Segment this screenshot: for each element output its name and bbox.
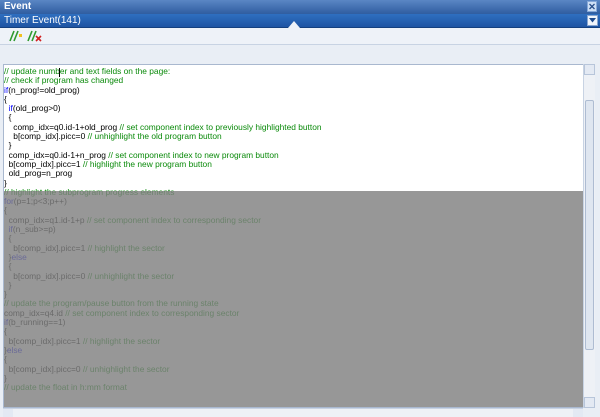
scroll-down-button[interactable] [584, 397, 595, 408]
window-titlebar: Event [0, 0, 600, 14]
close-button[interactable] [587, 1, 597, 12]
uncomment-button[interactable] [26, 29, 42, 43]
code-lines: // update number and text fields on the … [4, 66, 584, 393]
chevron-down-icon [589, 18, 596, 23]
code-editor[interactable]: // update number and text fields on the … [3, 64, 595, 408]
pointer-notch-icon [288, 21, 300, 28]
code-text: (n_prog!=old_prog) [8, 84, 80, 95]
code-line: b[comp_idx].picc=1 // highlight the sect… [4, 242, 584, 253]
code-line: b[comp_idx].picc=0 // unhighlight the ol… [4, 131, 584, 142]
code-line: comp_idx=q4.id // set component index to… [4, 307, 584, 318]
scroll-up-button[interactable] [584, 64, 595, 75]
event-select-value: Timer Event(141) [4, 15, 81, 26]
code-comment: // unhighlight the old program button [87, 131, 222, 142]
code-text: (old_prog>0) [12, 103, 61, 114]
code-comment: // unhighlight the sector [82, 363, 170, 374]
code-text: b[comp_idx].picc=0 [4, 131, 88, 142]
code-line: if(old_prog>0) [4, 104, 584, 113]
code-comment: // highlight the sector [87, 242, 165, 253]
event-select[interactable]: Timer Event(141) [0, 14, 600, 28]
text-caret [59, 68, 60, 77]
code-text: b[comp_idx].picc=0 [4, 363, 83, 374]
code-comment: // highlight the new program button [82, 158, 212, 169]
vertical-scrollbar[interactable] [583, 64, 595, 408]
comment-button[interactable] [8, 29, 24, 43]
code-text: b[comp_idx].picc=0 [4, 270, 88, 281]
code-comment: // highlight the sector [82, 335, 161, 346]
code-comment: // set component index to corresponding … [86, 214, 261, 225]
code-line: // highlight the subprogram progress ele… [4, 187, 584, 197]
code-line: b[comp_idx].picc=1 // highlight the new … [4, 158, 584, 169]
code-line: b[comp_idx].picc=0 // unhighlight the se… [4, 363, 584, 374]
code-line: if(n_prog!=old_prog) [4, 84, 584, 95]
code-keyword: else [6, 344, 23, 355]
code-line: }else [4, 251, 584, 262]
code-line: b[comp_idx].picc=0 // unhighlight the se… [4, 270, 584, 281]
uncomment-lines-icon [27, 30, 42, 42]
code-comment: // update the float in h:mm format [4, 382, 127, 393]
code-line: if(n_sub>=p) [4, 224, 584, 235]
code-line: // check if program has changed [4, 76, 584, 85]
close-icon [589, 3, 595, 10]
code-comment: // set component index to corresponding … [65, 307, 240, 318]
code-text: (n_sub>=p) [12, 224, 56, 235]
code-line: comp_idx=q1.id-1+p // set component inde… [4, 214, 584, 225]
scroll-thumb[interactable] [585, 100, 594, 350]
code-line: for(p=1;p<3;p++) [4, 197, 584, 206]
code-text: (p=1;p<3;p++) [13, 196, 67, 207]
code-line: old_prog=n_prog [4, 169, 584, 178]
code-comment: // unhighlight the sector [87, 270, 175, 281]
code-text: old_prog=n_prog [4, 168, 73, 179]
code-line: { [4, 94, 584, 104]
toolbar [0, 28, 600, 45]
window-title: Event [4, 1, 32, 12]
code-text: (b_running==1) [8, 317, 66, 328]
comment-lines-icon [9, 30, 22, 42]
code-line: // update the float in h:mm format [4, 382, 584, 393]
code-line: b[comp_idx].picc=1 // highlight the sect… [4, 335, 584, 346]
code-line: if(b_running==1) [4, 317, 584, 328]
code-line: }else [4, 344, 584, 355]
code-keyword: else [11, 251, 27, 262]
code-line: } [4, 280, 584, 290]
dropdown-button[interactable] [587, 15, 598, 26]
